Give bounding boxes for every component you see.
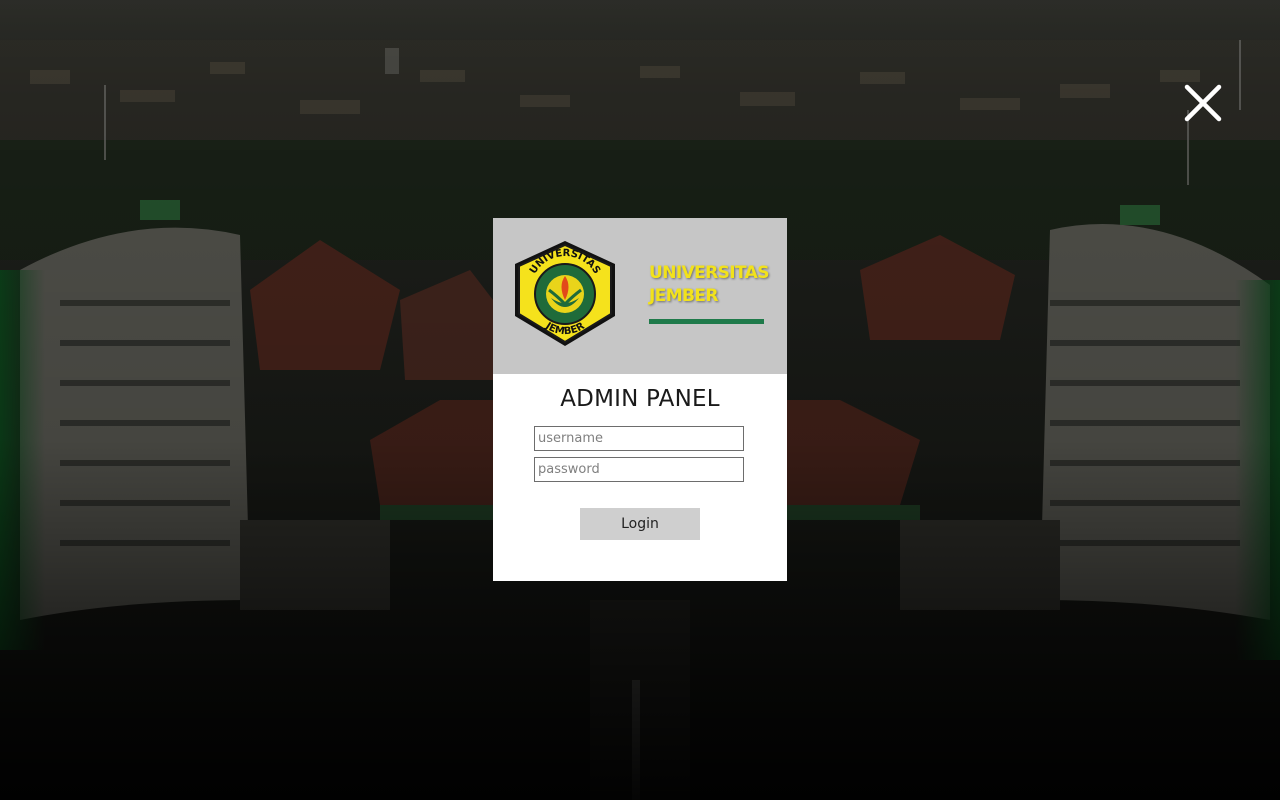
brand-line-1: UNIVERSITAS [649,263,769,283]
password-input[interactable] [534,457,744,482]
card-header: UNIVERSITAS JEMBER UNIVERSITAS JEMBER [493,218,787,374]
universitas-jember-seal-icon: UNIVERSITAS JEMBER [515,241,615,346]
close-button[interactable] [1184,84,1222,122]
login-button[interactable]: Login [580,508,700,540]
close-icon [1184,84,1222,122]
username-input[interactable] [534,426,744,451]
brand-wordmark: UNIVERSITAS JEMBER [649,262,769,308]
brand-line-2: JEMBER [649,286,719,306]
brand-underline [649,319,764,324]
